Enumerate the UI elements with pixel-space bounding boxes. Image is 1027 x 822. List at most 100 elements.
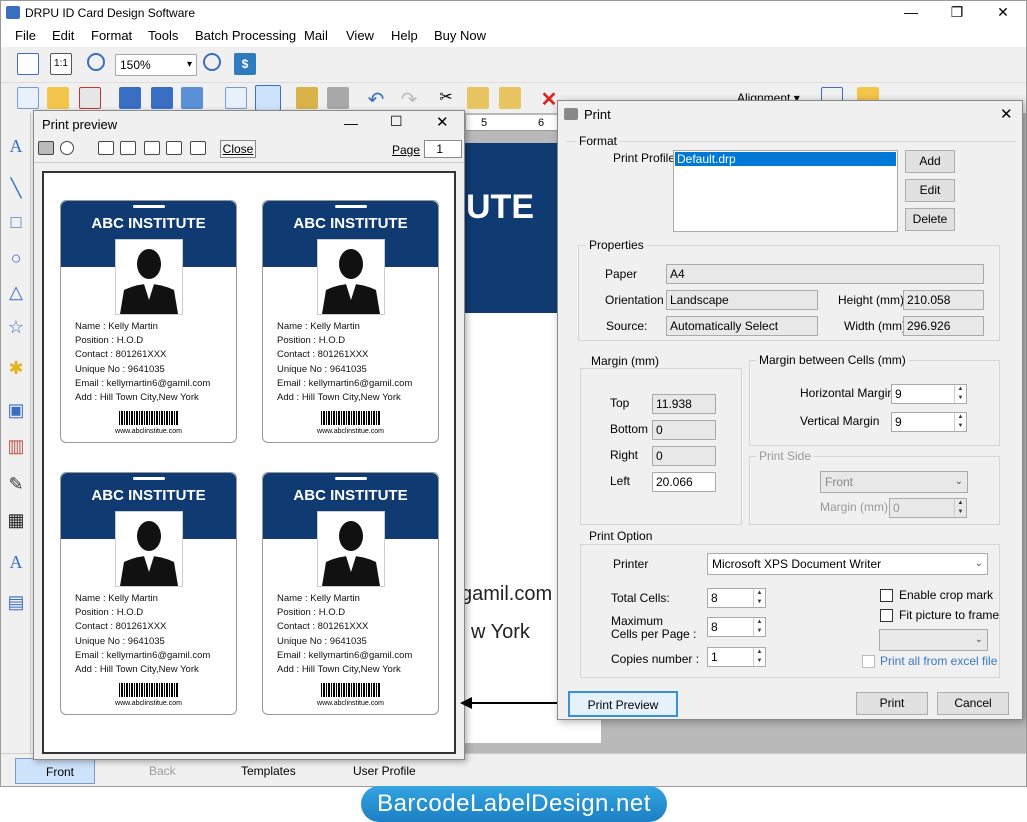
minimize-icon[interactable]: — bbox=[344, 115, 358, 131]
tab-back[interactable]: Back bbox=[119, 758, 176, 784]
copies-stepper[interactable]: 1 ▲ ▼ bbox=[707, 647, 766, 667]
word-art-tool-icon[interactable]: A bbox=[5, 551, 27, 573]
crop-mark-checkbox[interactable] bbox=[880, 589, 893, 602]
maximize-button[interactable]: ❐ bbox=[934, 1, 980, 25]
spin-arrows-icon[interactable]: ▲ ▼ bbox=[954, 413, 966, 431]
three-pages-icon[interactable] bbox=[144, 141, 160, 155]
max-cells-label-line2: Cells per Page : bbox=[611, 627, 697, 641]
edit-profile-button[interactable]: Edit bbox=[905, 179, 955, 202]
menu-format[interactable]: Format bbox=[91, 28, 132, 43]
picture-tool-icon[interactable]: ▤ bbox=[5, 591, 27, 613]
side-select[interactable]: Front ⌄ bbox=[820, 471, 968, 493]
ellipse-tool-icon[interactable]: ○ bbox=[5, 247, 27, 269]
library-tool-icon[interactable]: ▥ bbox=[5, 435, 27, 457]
actual-size-icon[interactable]: 1:1 bbox=[50, 53, 72, 75]
signature-tool-icon[interactable]: ✎ bbox=[5, 473, 27, 495]
menu-mail[interactable]: Mail bbox=[304, 28, 328, 43]
side-margin-stepper[interactable]: 0 ▲ ▼ bbox=[889, 498, 967, 518]
fit-to-window-icon[interactable] bbox=[17, 53, 39, 75]
menu-tools[interactable]: Tools bbox=[148, 28, 178, 43]
profile-list[interactable]: Default.drp bbox=[673, 150, 898, 232]
new-icon[interactable] bbox=[17, 87, 39, 109]
tab-front[interactable]: Front bbox=[15, 758, 95, 784]
text-tool-icon[interactable]: A bbox=[5, 135, 27, 157]
save-icon[interactable] bbox=[119, 87, 141, 109]
menu-help[interactable]: Help bbox=[391, 28, 418, 43]
six-pages-icon[interactable] bbox=[190, 141, 206, 155]
close-icon[interactable]: ✕ bbox=[436, 113, 449, 131]
print-icon[interactable] bbox=[255, 85, 281, 111]
cancel-button[interactable]: Cancel bbox=[937, 692, 1009, 715]
top-margin-field[interactable]: 11.938 bbox=[652, 394, 716, 414]
open-icon[interactable] bbox=[47, 87, 69, 109]
spin-arrows-icon[interactable]: ▲ ▼ bbox=[954, 499, 966, 517]
zoom-select[interactable]: 150% ▾ bbox=[115, 54, 197, 76]
left-margin-field[interactable]: 20.066 bbox=[652, 472, 716, 492]
properties-icon[interactable] bbox=[225, 87, 247, 109]
menu-buy-now[interactable]: Buy Now bbox=[434, 28, 486, 43]
zoom-in-icon[interactable] bbox=[87, 53, 105, 71]
menu-batch-processing[interactable]: Batch Processing bbox=[195, 28, 296, 43]
person-photo-icon bbox=[317, 239, 385, 315]
bottom-margin-field[interactable]: 0 bbox=[652, 420, 716, 440]
add-profile-button[interactable]: Add bbox=[905, 150, 955, 173]
zoom-icon[interactable] bbox=[60, 141, 74, 155]
close-window-button[interactable]: ✕ bbox=[980, 1, 1026, 25]
database-gray-icon[interactable] bbox=[327, 87, 349, 109]
excel-checkbox[interactable] bbox=[862, 655, 875, 668]
copy-icon[interactable] bbox=[467, 87, 489, 109]
save-as-icon[interactable] bbox=[151, 87, 173, 109]
spin-arrows-icon[interactable]: ▲ ▼ bbox=[753, 589, 765, 607]
paste-icon[interactable] bbox=[499, 87, 521, 109]
vertical-margin-stepper[interactable]: 9 ▲ ▼ bbox=[891, 412, 967, 432]
symbol-tool-icon[interactable]: ✱ bbox=[5, 357, 27, 379]
dollar-icon[interactable]: $ bbox=[234, 53, 256, 75]
barcode-tool-icon[interactable]: ▦ bbox=[5, 509, 27, 531]
print-button[interactable]: Print bbox=[856, 692, 928, 715]
menu-edit[interactable]: Edit bbox=[52, 28, 74, 43]
tab-templates[interactable]: Templates bbox=[211, 758, 296, 784]
printer-label: Printer bbox=[613, 557, 649, 571]
horizontal-margin-stepper[interactable]: 9 ▲ ▼ bbox=[891, 384, 967, 404]
page-stepper[interactable]: 1 bbox=[424, 140, 462, 158]
triangle-tool-icon[interactable]: △ bbox=[5, 281, 27, 303]
cut-icon[interactable]: ✂ bbox=[435, 87, 457, 109]
redo-icon[interactable]: ↷ bbox=[398, 87, 420, 111]
spin-arrows-icon[interactable]: ▲ ▼ bbox=[954, 385, 966, 403]
minimize-button[interactable]: — bbox=[888, 1, 934, 25]
maximize-icon[interactable]: ☐ bbox=[390, 113, 403, 130]
profile-item-default[interactable]: Default.drp bbox=[675, 152, 896, 166]
database-icon[interactable] bbox=[296, 87, 318, 109]
rectangle-tool-icon[interactable]: □ bbox=[5, 211, 27, 233]
printer-icon[interactable] bbox=[38, 141, 54, 155]
excel-select[interactable]: ⌄ bbox=[879, 629, 988, 651]
menu-view[interactable]: View bbox=[346, 28, 374, 43]
four-pages-icon[interactable] bbox=[166, 141, 182, 155]
menu-file[interactable]: File bbox=[15, 28, 36, 43]
fit-picture-checkbox[interactable] bbox=[880, 609, 893, 622]
spin-arrows-icon[interactable]: ▲ ▼ bbox=[753, 618, 765, 636]
tab-user-profile[interactable]: User Profile bbox=[323, 758, 416, 784]
image-tool-icon[interactable]: ▣ bbox=[5, 399, 27, 421]
undo-icon[interactable]: ↶ bbox=[365, 87, 387, 111]
printer-select[interactable]: Microsoft XPS Document Writer ⌄ bbox=[707, 553, 988, 575]
line-tool-icon[interactable]: ╲ bbox=[5, 177, 27, 199]
max-cells-stepper[interactable]: 8 ▲ ▼ bbox=[707, 617, 766, 637]
right-margin-field[interactable]: 0 bbox=[652, 446, 716, 466]
preview-close-button[interactable]: Close bbox=[220, 140, 256, 158]
one-page-icon[interactable] bbox=[98, 141, 114, 155]
star-tool-icon[interactable]: ☆ bbox=[5, 316, 27, 338]
spin-arrows-icon[interactable]: ▲ ▼ bbox=[753, 648, 765, 666]
card-unique: Unique No : 9641035 bbox=[277, 636, 367, 647]
pointer-arrow-line bbox=[470, 702, 567, 704]
zoom-out-icon[interactable] bbox=[203, 53, 221, 71]
format-label: Format bbox=[576, 134, 621, 148]
total-cells-stepper[interactable]: 8 ▲ ▼ bbox=[707, 588, 766, 608]
close-doc-icon[interactable] bbox=[79, 87, 101, 109]
two-pages-icon[interactable] bbox=[120, 141, 136, 155]
delete-profile-button[interactable]: Delete bbox=[905, 208, 955, 231]
close-icon[interactable]: ✕ bbox=[1000, 105, 1013, 123]
person-photo-icon bbox=[115, 239, 183, 315]
export-icon[interactable] bbox=[181, 87, 203, 109]
print-preview-button[interactable]: Print Preview bbox=[568, 691, 678, 717]
